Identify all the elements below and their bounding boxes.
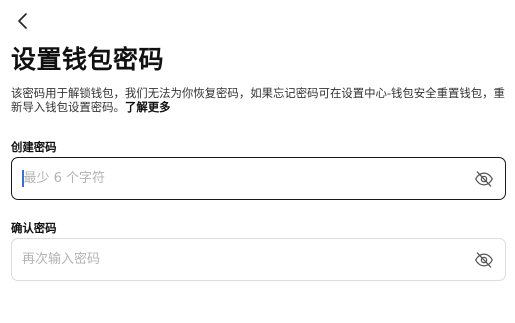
eye-off-icon[interactable]: [473, 168, 495, 190]
description-text: 该密码用于解锁钱包，我们无法为你恢复密码，如果忘记密码可在设置中心-钱包安全重置…: [11, 86, 505, 114]
eye-off-icon[interactable]: [473, 249, 495, 271]
learn-more-link[interactable]: 了解更多: [125, 100, 171, 114]
confirm-password-box[interactable]: [11, 238, 506, 281]
back-button[interactable]: [12, 12, 34, 34]
create-password-box[interactable]: [11, 157, 506, 200]
page-title: 设置钱包密码: [11, 45, 165, 74]
chevron-left-icon: [16, 12, 30, 34]
description: 该密码用于解锁钱包，我们无法为你恢复密码，如果忘记密码可在设置中心-钱包安全重置…: [11, 86, 507, 114]
create-password-input[interactable]: [23, 158, 467, 199]
create-password-label: 创建密码: [11, 140, 57, 154]
confirm-password-input[interactable]: [22, 239, 467, 280]
confirm-password-label: 确认密码: [11, 221, 57, 235]
